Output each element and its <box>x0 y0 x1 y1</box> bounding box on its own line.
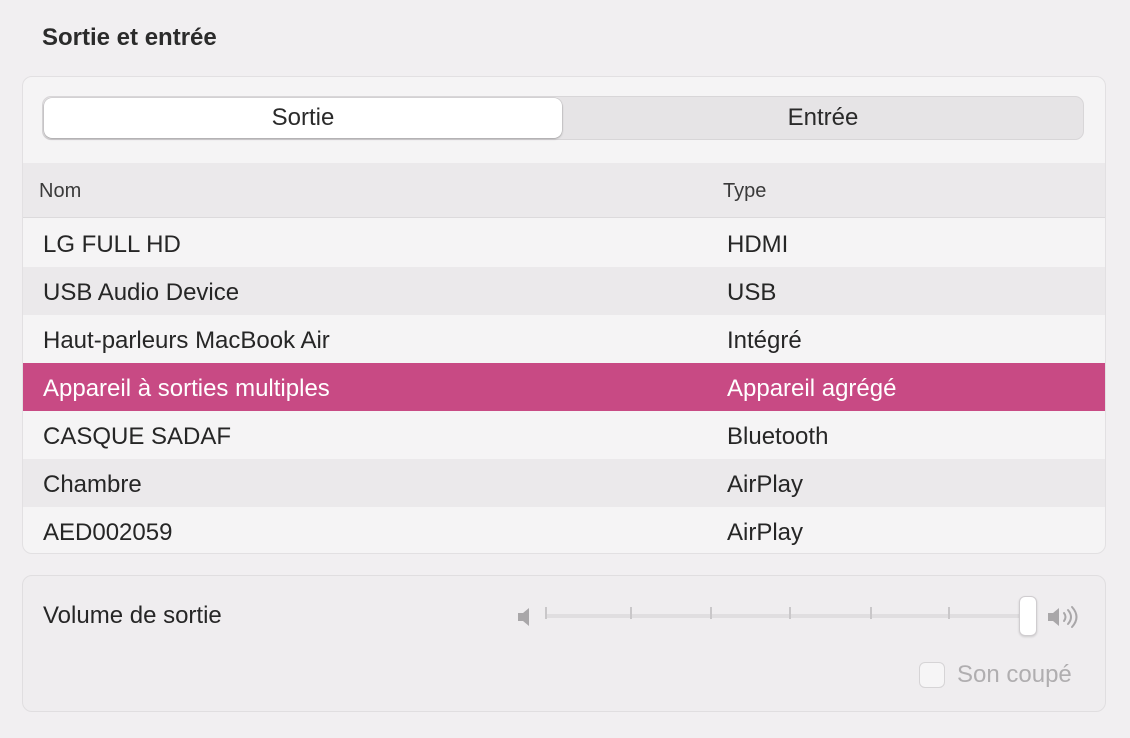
device-row[interactable]: AED002059 AirPlay <box>23 507 1105 553</box>
slider-tick <box>710 607 712 619</box>
device-row[interactable]: USB Audio Device USB <box>23 267 1105 315</box>
device-row[interactable]: Chambre AirPlay <box>23 459 1105 507</box>
device-list: LG FULL HD HDMI USB Audio Device USB Hau… <box>23 219 1105 553</box>
device-row-selected[interactable]: Appareil à sorties multiples Appareil ag… <box>23 363 1105 411</box>
section-title: Sortie et entrée <box>42 24 217 51</box>
device-name: Appareil à sorties multiples <box>43 375 330 402</box>
speaker-low-icon <box>517 606 535 633</box>
output-volume-label: Volume de sortie <box>43 602 222 629</box>
device-type: HDMI <box>727 231 789 258</box>
column-header-name[interactable]: Nom <box>39 180 81 203</box>
device-type: AirPlay <box>727 519 804 546</box>
device-row[interactable]: CASQUE SADAF Bluetooth <box>23 411 1105 459</box>
volume-slider-thumb[interactable] <box>1019 596 1037 636</box>
device-type: AirPlay <box>727 471 804 498</box>
device-name: USB Audio Device <box>43 279 240 306</box>
mute-label: Son coupé <box>957 661 1072 688</box>
device-name: CASQUE SADAF <box>43 423 232 450</box>
volume-panel: Volume de sortie Son coupé <box>22 575 1106 712</box>
mute-checkbox[interactable] <box>919 662 945 688</box>
slider-tick <box>545 607 547 619</box>
device-type: USB <box>727 279 777 306</box>
device-type: Intégré <box>727 327 802 354</box>
device-name: Chambre <box>43 471 142 498</box>
volume-slider-track[interactable] <box>545 614 1031 618</box>
device-name: Haut-parleurs MacBook Air <box>43 327 330 354</box>
slider-tick <box>789 607 791 619</box>
device-type: Bluetooth <box>727 423 829 450</box>
slider-tick <box>630 607 632 619</box>
tab-sortie[interactable]: Sortie <box>44 98 562 138</box>
device-name: LG FULL HD <box>43 231 181 258</box>
device-row[interactable]: Haut-parleurs MacBook Air Intégré <box>23 315 1105 363</box>
output-input-segmented-control: Sortie Entrée <box>42 96 1084 140</box>
output-input-panel: Sortie Entrée Nom Type LG FULL HD HDMI U… <box>22 76 1106 554</box>
column-header-type[interactable]: Type <box>723 180 766 203</box>
device-name: AED002059 <box>43 519 173 546</box>
device-type: Appareil agrégé <box>727 375 897 402</box>
device-row[interactable]: LG FULL HD HDMI <box>23 219 1105 267</box>
slider-tick <box>948 607 950 619</box>
tab-entree[interactable]: Entrée <box>564 98 1082 138</box>
slider-tick <box>870 607 872 619</box>
table-header: Nom Type <box>23 163 1105 218</box>
speaker-high-icon <box>1047 604 1083 635</box>
